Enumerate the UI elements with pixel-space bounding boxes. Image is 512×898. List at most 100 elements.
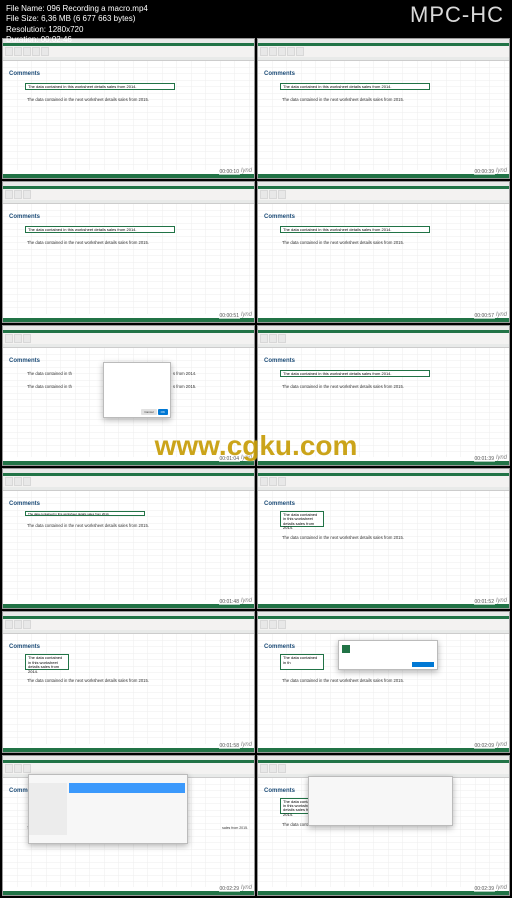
thumbnail[interactable]: Comments The data contained in this work… [257,38,510,179]
worksheet-text: s from 2015. [173,384,196,389]
lynda-logo: lynd [241,742,252,748]
lynda-logo: lynd [496,312,507,318]
alert-ok-button[interactable] [412,662,434,667]
lynda-logo: lynd [496,455,507,461]
worksheet-text: The data contained in th [27,371,72,376]
worksheet-text: The data contained in the next worksheet… [27,523,149,528]
record-macro-dialog[interactable]: Cancel OK [103,362,171,418]
comments-heading: Comments [264,788,295,794]
excel-ribbon [258,473,509,487]
worksheet-text: The data contained in the next worksheet… [27,678,149,683]
status-bar [258,891,509,895]
status-bar [3,318,254,322]
excel-ribbon [258,186,509,200]
lynda-logo: lynd [496,598,507,604]
comments-heading: Comments [264,358,295,364]
thumbnail[interactable]: Comments The data contained in this work… [2,181,255,322]
excel-ribbon [3,616,254,630]
lynda-logo: lynd [241,168,252,174]
comments-heading: Comments [264,644,295,650]
save-file-selection[interactable] [69,783,185,793]
status-bar [3,174,254,178]
lynda-logo: lynd [241,885,252,891]
timestamp: 00:01:48 [219,599,240,605]
selected-cell: The data contained in this worksheet det… [25,511,145,516]
timestamp: 00:01:39 [474,456,495,462]
selected-cell: The data contained in this worksheet det… [25,226,175,233]
dialog-buttons: Cancel OK [141,409,168,415]
timestamp: 00:00:39 [474,169,495,175]
thumbnail[interactable]: Comments The data contained in this work… [257,755,510,896]
worksheet-text: The data contained in the next worksheet… [27,240,149,245]
comments-heading: Comments [264,501,295,507]
status-bar [258,174,509,178]
wrapped-cell: The data contained in th [280,654,324,670]
excel-ribbon [3,473,254,487]
duration-label: Duration: [6,35,38,44]
comments-heading: Comments [9,71,40,77]
timestamp: 00:00:10 [219,169,240,175]
worksheet-text: The data contained in th [27,384,72,389]
thumbnail[interactable]: Comments The data contained in this work… [2,611,255,752]
file-name-value: 096 Recording a macro.mp4 [47,4,148,13]
worksheet-text: The data contained in the next worksheet… [282,678,404,683]
timestamp: 00:01:58 [219,743,240,749]
comments-heading: Comments [264,214,295,220]
timestamp: 00:02:29 [219,886,240,892]
thumbnail[interactable]: Comments The data contained in th The da… [257,611,510,752]
save-as-dialog[interactable] [28,774,188,844]
worksheet-text: The data contained in the next worksheet… [282,535,404,540]
excel-ribbon [3,330,254,344]
excel-ribbon [258,330,509,344]
wrapped-cell: The data contained in this worksheet det… [25,654,69,670]
selected-cell: The data contained in this worksheet det… [280,226,430,233]
worksheet-area [3,61,254,170]
lynda-logo: lynd [496,742,507,748]
site-watermark: www.cgku.com [155,430,358,462]
worksheet-area [258,204,509,313]
status-bar [3,748,254,752]
resolution-label: Resolution: [6,25,46,34]
status-bar [258,318,509,322]
worksheet-text: The data contained in the next worksheet… [27,97,149,102]
worksheet-text: s from 2014. [173,371,196,376]
worksheet-area [3,634,254,743]
cancel-button[interactable]: Cancel [141,409,156,415]
thumbnail[interactable]: Comments The data contained in this work… [2,38,255,179]
wrapped-cell: The data contained in this worksheet det… [280,511,324,527]
thumbnail[interactable]: Comments The data contained in this work… [2,468,255,609]
thumbnail[interactable]: Comments The data contained in this work… [257,181,510,322]
comments-heading: Comments [264,71,295,77]
file-size-value: 6,36 MB (6 677 663 bytes) [41,14,135,23]
file-size-label: File Size: [6,14,39,23]
lynda-logo: lynd [496,885,507,891]
status-bar [3,891,254,895]
timestamp: 00:02:09 [474,743,495,749]
selected-cell: The data contained in this worksheet det… [280,370,430,377]
worksheet-text: The data contained in the next worksheet… [282,384,404,389]
comments-heading: Comments [9,214,40,220]
worksheet-area [3,204,254,313]
lynda-logo: lynd [241,312,252,318]
worksheet-text: The data contained in the next worksheet… [282,97,404,102]
excel-ribbon [258,760,509,774]
status-bar [258,604,509,608]
file-name-label: File Name: [6,4,45,13]
lynda-logo: lynd [241,598,252,604]
excel-ribbon [3,760,254,774]
save-as-dialog[interactable] [308,776,453,826]
save-sidebar[interactable] [29,783,67,835]
ok-button[interactable]: OK [158,409,168,415]
excel-ribbon [3,186,254,200]
thumbnail[interactable]: Comments The data contained sales from 2… [2,755,255,896]
alert-dialog[interactable] [338,640,438,670]
comments-heading: Comments [9,501,40,507]
worksheet-text: The data contained in the next worksheet… [282,240,404,245]
lynda-logo: lynd [496,168,507,174]
excel-icon [342,645,350,653]
timestamp: 00:02:39 [474,886,495,892]
thumbnail[interactable]: Comments The data contained in this work… [257,468,510,609]
worksheet-area [258,491,509,600]
resolution-value: 1280x720 [48,25,83,34]
worksheet-area [258,61,509,170]
